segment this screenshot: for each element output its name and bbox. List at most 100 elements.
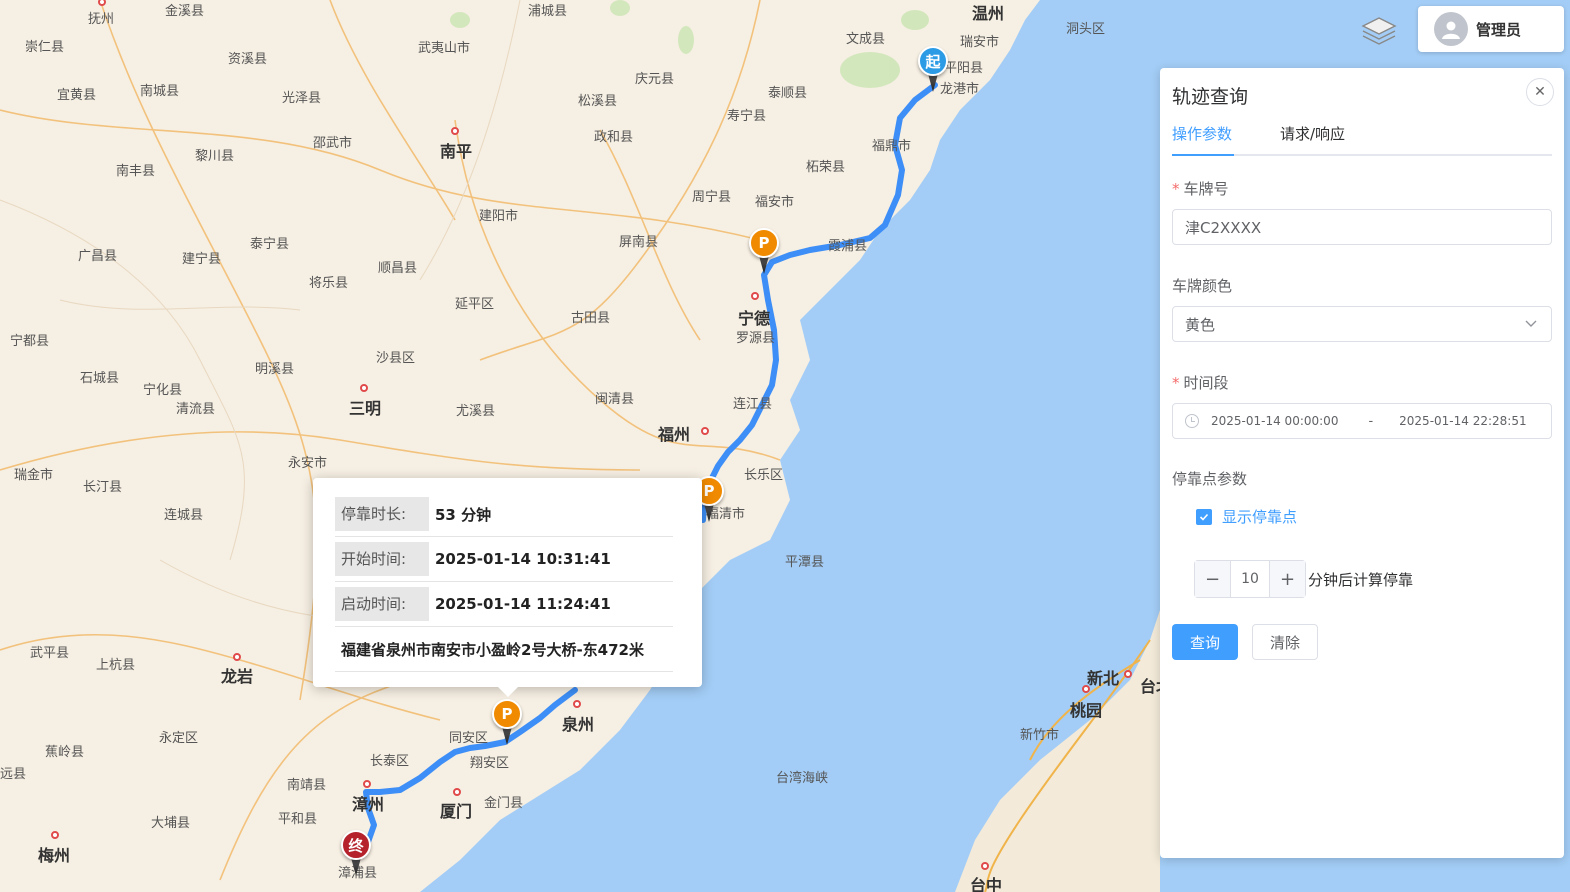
close-panel-button[interactable]: ✕ — [1526, 78, 1554, 106]
required-mark: * — [1172, 180, 1180, 198]
map-city-label: 洞头区 — [1066, 22, 1106, 37]
map-city-label: 松溪县 — [578, 94, 618, 109]
map-city-label: 资溪县 — [228, 52, 268, 67]
query-button[interactable]: 查询 — [1172, 624, 1238, 660]
map-city-label: 长乐区 — [744, 468, 784, 483]
decrement-button[interactable]: − — [1195, 561, 1231, 597]
parking-marker[interactable]: P — [749, 228, 779, 274]
map-city-label: 南丰县 — [116, 164, 156, 179]
map-city-label: 永定区 — [159, 731, 199, 746]
close-icon: ✕ — [1534, 84, 1546, 100]
map-city-label: 台湾海峡 — [776, 771, 829, 786]
map-city-label: 金溪县 — [165, 4, 205, 19]
map-city-label: 延平区 — [455, 297, 495, 312]
parking-pin-icon: P — [492, 699, 522, 729]
map-city-label: 瑞安市 — [960, 35, 1000, 50]
map-city-label: 屏南县 — [619, 235, 659, 250]
color-label: 车牌颜色 — [1172, 277, 1233, 295]
depart-time-key: 启动时间: — [335, 587, 429, 621]
duration-key: 停靠时长: — [335, 497, 429, 531]
map-city-label: 武夷山市 — [418, 41, 471, 56]
plate-label: * 车牌号 — [1172, 178, 1229, 199]
map-city-label: 同安区 — [449, 731, 489, 746]
map-city-label: 连城县 — [164, 508, 204, 523]
map-city-label: 闽清县 — [595, 392, 635, 407]
tab-request-response[interactable]: 请求/响应 — [1280, 124, 1345, 156]
plate-input[interactable]: 津C2XXXX — [1172, 209, 1552, 245]
map-city-label: 南平 — [440, 142, 473, 161]
map-city-label: 柘荣县 — [806, 160, 846, 175]
user-name: 管理员 — [1476, 20, 1522, 39]
map-city-label: 福安市 — [755, 195, 795, 210]
user-menu[interactable]: 管理员 — [1418, 6, 1564, 52]
map-city-label: 尤溪县 — [456, 404, 496, 419]
increment-button[interactable]: + — [1269, 561, 1305, 597]
map-city-label: 厦门 — [440, 802, 473, 821]
map-city-label: 将乐县 — [309, 276, 349, 291]
stop-minutes-suffix: 分钟后计算停靠 — [1308, 571, 1414, 589]
map-city-label: 建阳市 — [479, 209, 519, 224]
map-city-label: 龙岩 — [221, 667, 254, 686]
period-label-text: 时间段 — [1183, 374, 1229, 392]
map-city-label: 金门县 — [484, 796, 524, 811]
map-city-label: 寿宁县 — [727, 109, 767, 124]
map-layers-button[interactable] — [1360, 12, 1398, 50]
map-city-label: 浦城县 — [528, 4, 568, 19]
popup-row-depart: 启动时间: 2025-01-14 11:24:41 — [335, 582, 673, 627]
map-city-label: 平和县 — [278, 812, 318, 827]
map-city-label: 平潭县 — [785, 555, 825, 570]
map-city-label: 翔安区 — [470, 756, 510, 771]
stop-params-label: 停靠点参数 — [1172, 470, 1248, 488]
map-city-label: 梅州 — [38, 846, 71, 865]
map-city-label: 广昌县 — [78, 249, 118, 264]
map-city-label: 南靖县 — [287, 778, 327, 793]
period-start-value[interactable]: 2025-01-14 00:00:00 — [1211, 414, 1338, 428]
clear-button[interactable]: 清除 — [1252, 624, 1318, 660]
start-time-key: 开始时间: — [335, 542, 429, 576]
map-city-label: 远县 — [0, 767, 27, 782]
period-label: * 时间段 — [1172, 372, 1229, 393]
layers-icon — [1361, 17, 1397, 45]
map-city-label: 福州 — [658, 425, 691, 444]
map-city-label: 文成县 — [846, 32, 886, 47]
map-city-label: 桃园 — [1070, 701, 1103, 720]
map-city-label: 泉州 — [562, 715, 595, 734]
avatar — [1434, 12, 1468, 46]
map-city-label: 宁德 — [738, 309, 771, 328]
stop-info-popup: 停靠时长: 53 分钟 开始时间: 2025-01-14 10:31:41 启动… — [313, 478, 702, 697]
map-city-label: 黎川县 — [195, 149, 235, 164]
map-city-label: 蕉岭县 — [45, 745, 85, 760]
map-city-label: 古田县 — [571, 311, 611, 326]
plus-icon: + — [1279, 568, 1296, 590]
map-city-label: 顺昌县 — [378, 261, 418, 276]
tab-params[interactable]: 操作参数 — [1172, 124, 1232, 156]
period-range-picker[interactable]: 2025-01-14 00:00:00 - 2025-01-14 22:28:5… — [1172, 403, 1552, 439]
plate-value: 津C2XXXX — [1185, 218, 1262, 237]
map-city-label: 新竹市 — [1020, 728, 1060, 743]
popup-row-duration: 停靠时长: 53 分钟 — [335, 492, 673, 537]
map-city-label: 沙县区 — [376, 351, 416, 366]
map-city-label: 漳州 — [352, 795, 385, 814]
map-city-label: 泰顺县 — [768, 86, 808, 101]
required-mark: * — [1172, 374, 1180, 392]
end-marker[interactable]: 终 — [341, 830, 371, 876]
parking-pin-icon: P — [749, 228, 779, 258]
map-city-label: 宁都县 — [10, 334, 50, 349]
period-end-value[interactable]: 2025-01-14 22:28:51 — [1399, 414, 1526, 428]
map-city-label: 霞浦县 — [828, 239, 868, 254]
stop-minutes-stepper: − 10 + — [1194, 560, 1306, 598]
map-city-label: 福鼎市 — [872, 139, 912, 154]
show-stops-checkbox[interactable]: 显示停靠点 — [1196, 506, 1297, 527]
start-marker[interactable]: 起 — [918, 46, 948, 92]
map-city-label: 宁化县 — [143, 383, 183, 398]
end-pin-icon: 终 — [341, 830, 371, 860]
popup-row-address: 福建省泉州市南安市小盈岭2号大桥-东472米 — [335, 627, 673, 672]
depart-time-value: 2025-01-14 11:24:41 — [435, 595, 611, 613]
stop-address: 福建省泉州市南安市小盈岭2号大桥-东472米 — [341, 640, 644, 659]
show-stops-label: 显示停靠点 — [1222, 508, 1298, 526]
parking-marker-selected[interactable]: P — [492, 699, 522, 745]
tab-active-indicator — [1172, 154, 1234, 156]
plate-color-select[interactable]: 黄色 — [1172, 306, 1552, 342]
stop-minutes-input[interactable]: 10 — [1231, 561, 1269, 597]
panel-title: 轨迹查询 — [1172, 86, 1249, 108]
